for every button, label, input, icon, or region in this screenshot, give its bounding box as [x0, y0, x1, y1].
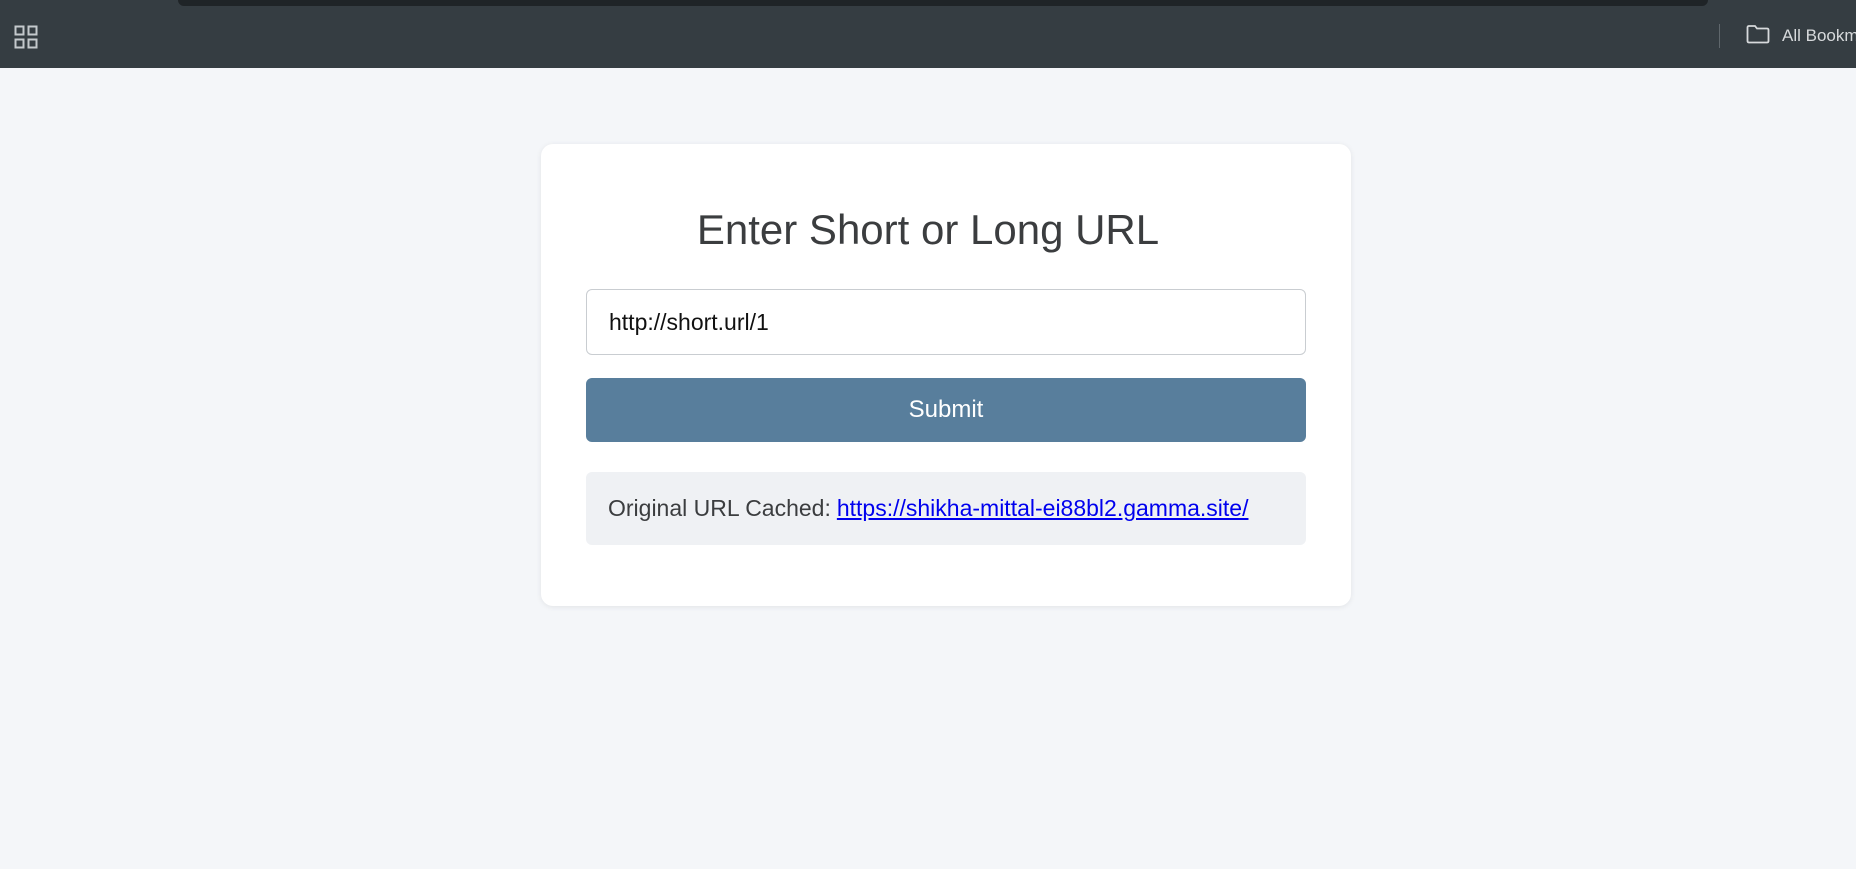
bookmarks-bar: All Bookm [0, 0, 1856, 68]
submit-button[interactable]: Submit [586, 378, 1306, 442]
bookmarks-divider [1719, 24, 1720, 48]
original-url-link[interactable]: https://shikha-mittal-ei88bl2.gamma.site… [837, 495, 1249, 522]
result-label: Original URL Cached: [608, 495, 831, 521]
folder-icon [1746, 24, 1782, 49]
all-bookmarks-button[interactable]: All Bookm [1746, 22, 1856, 50]
page-title: Enter Short or Long URL [696, 206, 1160, 253]
result-box: Original URL Cached: https://shikha-mitt… [586, 472, 1306, 545]
apps-grid-icon[interactable] [14, 25, 38, 49]
url-input[interactable] [586, 289, 1306, 355]
all-bookmarks-label: All Bookm [1782, 26, 1856, 45]
address-bar-edge [178, 0, 1708, 6]
